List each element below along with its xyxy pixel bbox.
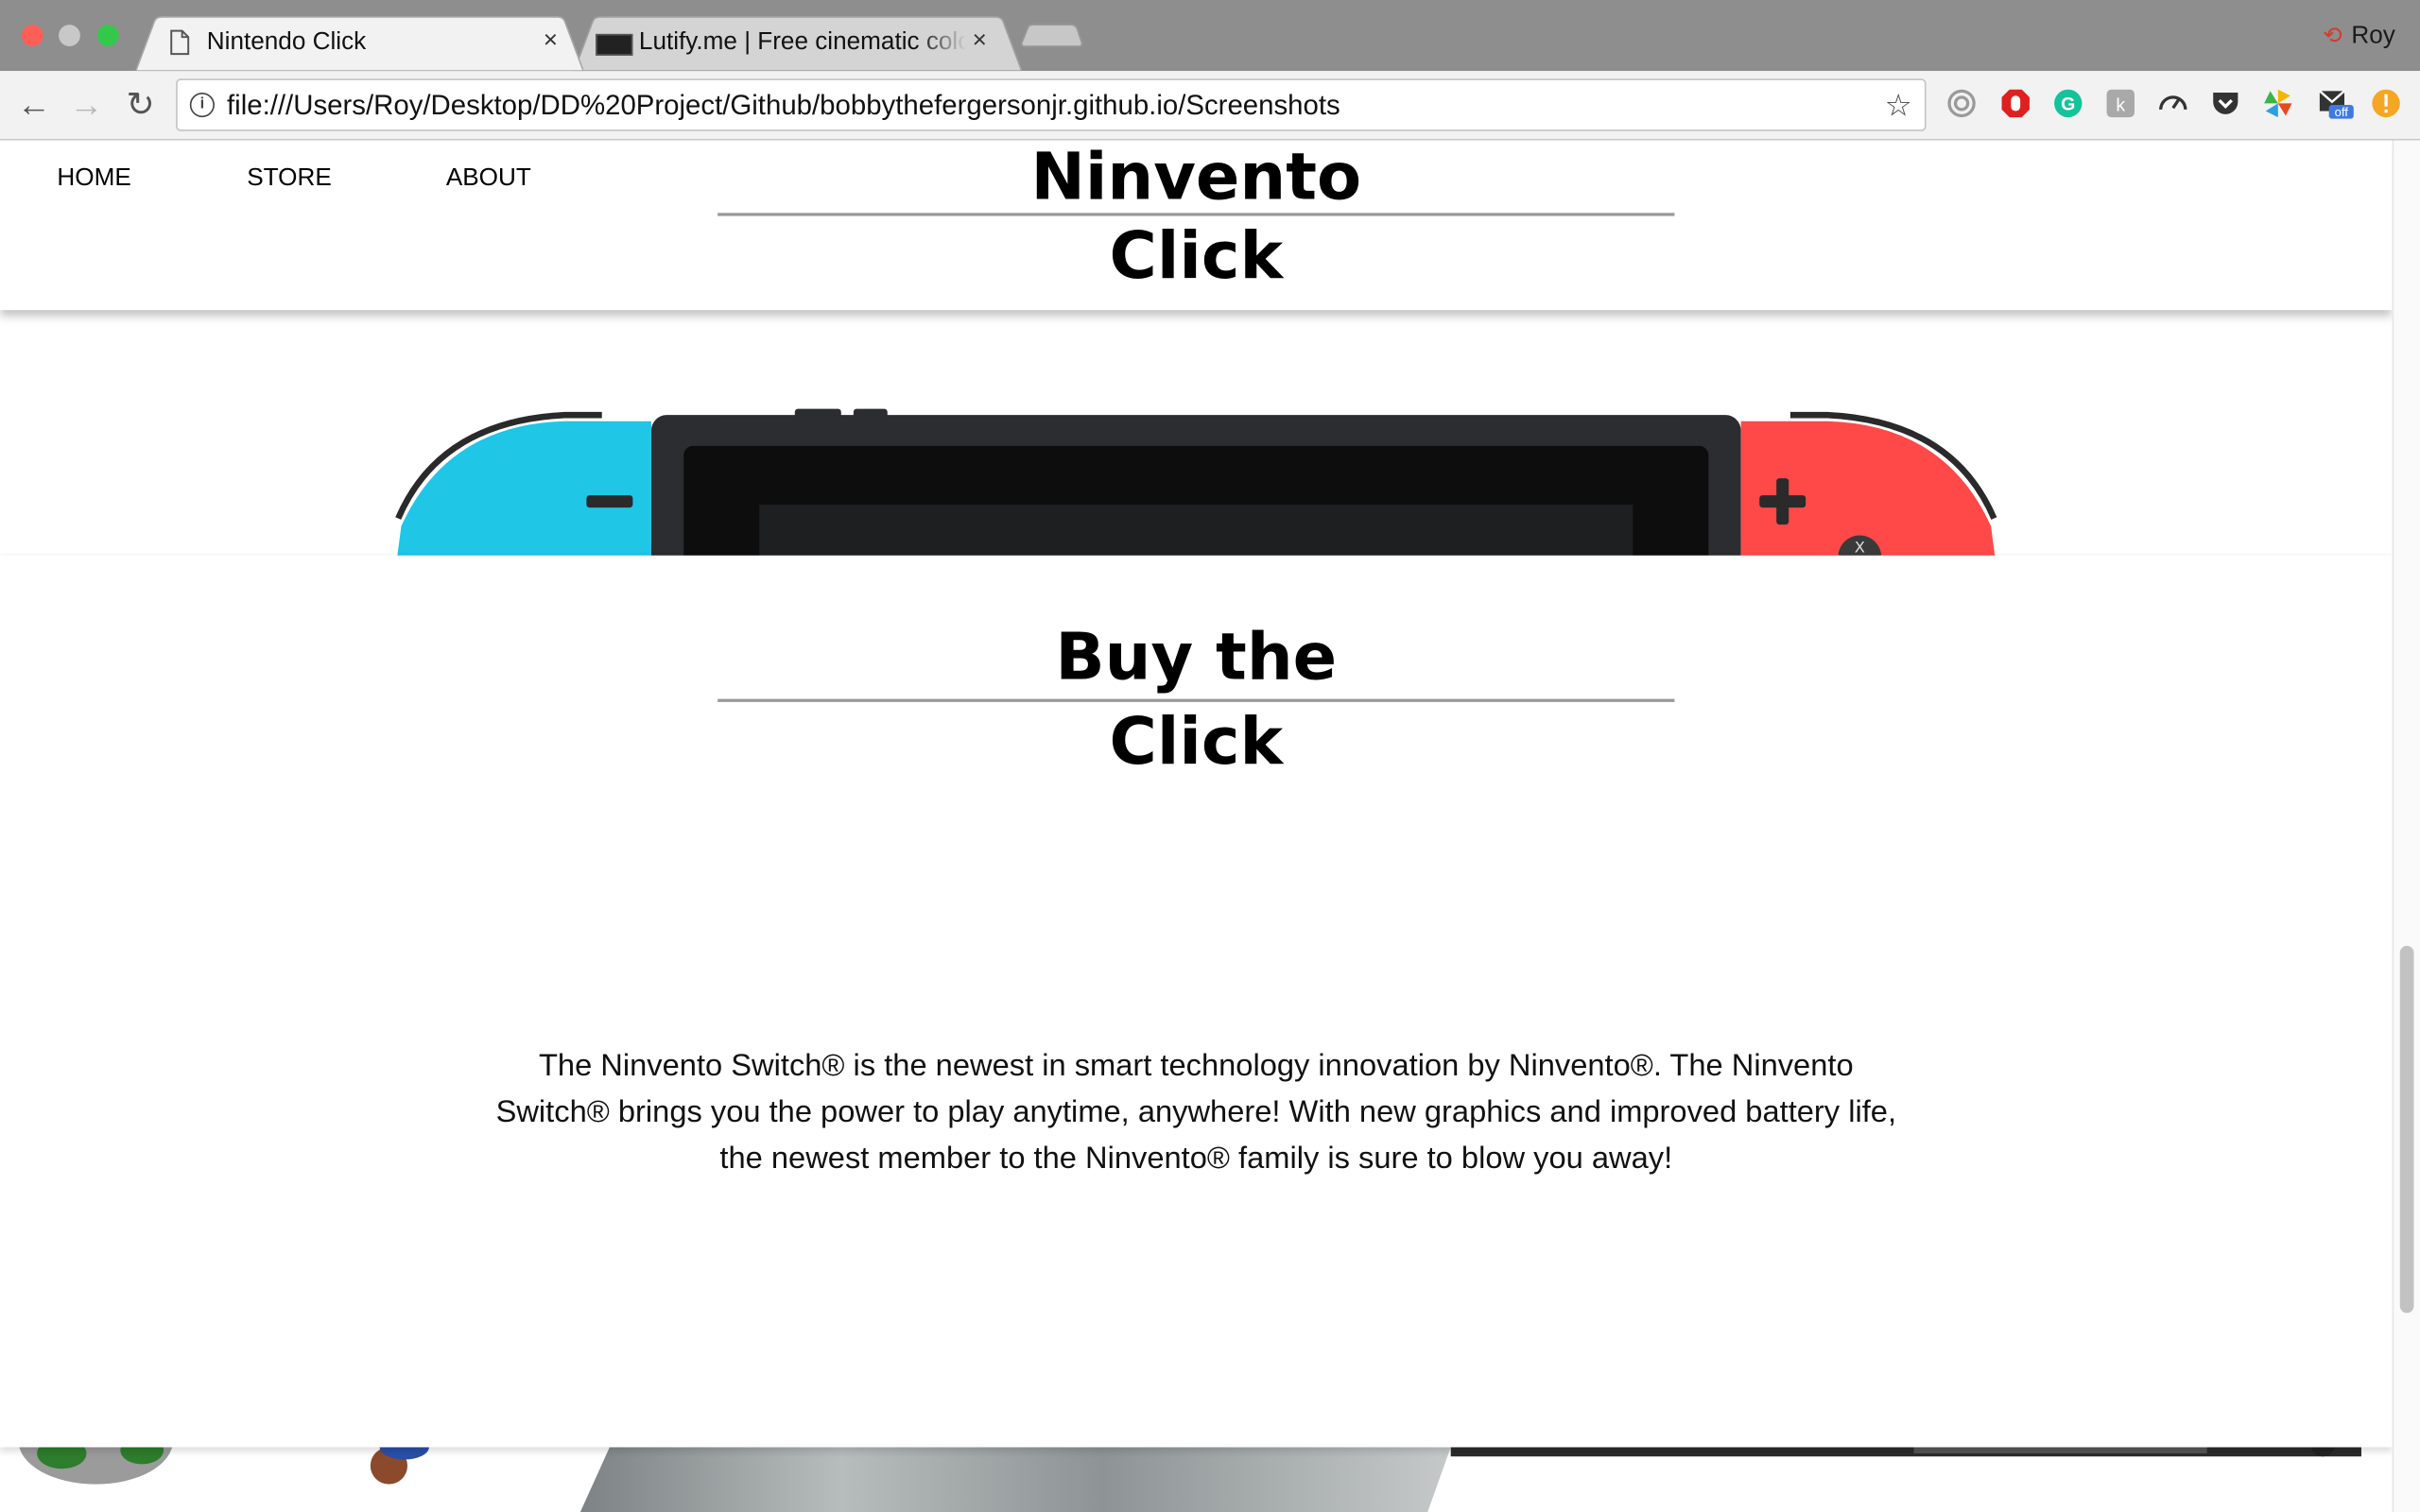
console-screen [759, 504, 1634, 558]
product-images [19, 1447, 2361, 1512]
back-icon[interactable]: ← [15, 86, 52, 123]
browser-toolbar: ← → ↻ i ☆ G k [0, 71, 2420, 141]
nav-store-link[interactable]: STORE [247, 165, 332, 193]
tab-title: Nintendo Click [206, 29, 367, 56]
brand-divider [717, 213, 1675, 216]
sync-error-icon: ⟲ [2323, 23, 2342, 50]
bookmark-star-icon[interactable]: ☆ [1885, 86, 1912, 125]
switch-console-image: X [395, 408, 1997, 558]
buy-section: Buy the Click The Ninvento Switch® is th… [0, 555, 2393, 1448]
reload-icon[interactable]: ↻ [122, 86, 159, 123]
speedometer-icon[interactable] [2157, 88, 2188, 119]
adblock-icon[interactable] [2000, 88, 2031, 119]
scrollbar-thumb[interactable] [2399, 945, 2414, 1314]
tab-nintendo-click[interactable]: Nintendo Click × [135, 15, 584, 72]
maximize-window-button[interactable] [96, 25, 119, 46]
url-input[interactable] [223, 84, 1866, 126]
pinwheel-icon[interactable] [2262, 88, 2293, 119]
plus-button-v [1776, 478, 1789, 525]
alert-icon[interactable] [2371, 88, 2402, 119]
grammarly-icon[interactable]: G [2052, 88, 2083, 119]
tab-title: Lutify.me | Free cinematic color [638, 29, 967, 56]
close-window-button[interactable] [21, 25, 43, 46]
mail-icon[interactable]: off [2318, 88, 2355, 119]
new-tab-button[interactable] [1019, 15, 1084, 71]
nav-home-link[interactable]: HOME [57, 165, 130, 193]
svg-text:X: X [1855, 538, 1865, 556]
grey-product-image [579, 1447, 1451, 1512]
site-header: HOME STORE ABOUT Ninvento Click [0, 140, 2393, 311]
keyboard-icon[interactable]: k [2105, 88, 2136, 119]
buy-heading-divider [717, 698, 1675, 702]
ghostery-icon[interactable] [1946, 88, 1978, 119]
browser-titlebar: Lutify.me | Free cinematic color × Ninte… [0, 0, 2420, 72]
brand-line-1: Ninvento [1030, 140, 1362, 215]
svg-text:G: G [2061, 94, 2075, 115]
web-page: HOME STORE ABOUT Ninvento Click X Buy th… [0, 140, 2393, 1512]
close-tab-icon[interactable]: × [544, 27, 558, 55]
product-description: The Ninvento Switch® is the newest in sm… [495, 1049, 1897, 1177]
document-icon [170, 29, 190, 56]
profile-name: Roy [2351, 23, 2395, 50]
left-joycon [397, 421, 651, 558]
minus-button [586, 495, 633, 508]
brand-line-2: Click [1109, 217, 1284, 294]
profile-button[interactable]: ⟲ Roy [2323, 22, 2395, 51]
dark-product-image [1450, 1447, 2361, 1457]
buy-heading-line-2: Click [1109, 703, 1284, 780]
svg-text:off: off [2335, 105, 2349, 119]
minimize-window-button[interactable] [59, 25, 80, 46]
page-scrollbar[interactable] [2392, 140, 2420, 1512]
svg-text:k: k [2116, 95, 2125, 116]
nav-about-link[interactable]: ABOUT [446, 165, 531, 193]
product-images-strip [0, 1447, 2393, 1512]
close-tab-icon[interactable]: × [973, 27, 987, 55]
buy-heading-line-1: Buy the [1055, 618, 1338, 695]
info-icon[interactable]: i [189, 92, 215, 118]
hero-image: X [0, 310, 2393, 558]
pocket-icon[interactable] [2210, 88, 2241, 119]
forward-icon[interactable]: → [68, 86, 105, 123]
lutify-favicon [596, 33, 633, 56]
address-bar[interactable]: i ☆ [176, 78, 1927, 131]
tab-lutify[interactable]: Lutify.me | Free cinematic color × [574, 15, 1022, 72]
